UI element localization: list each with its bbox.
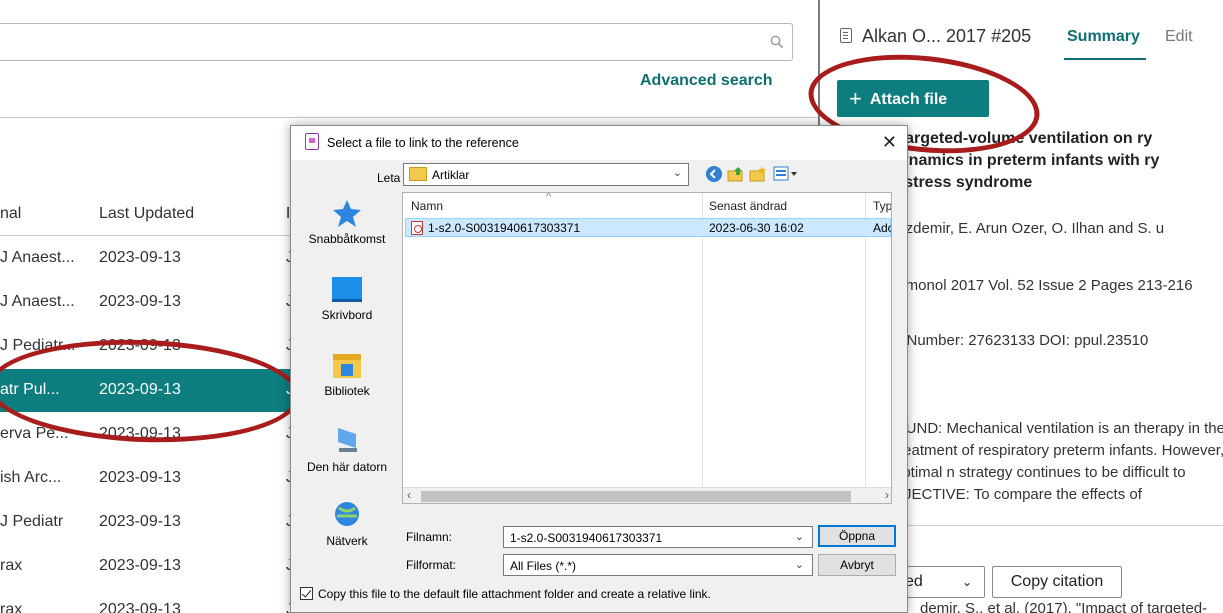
- abstract-text: OUND: Mechanical ventilation is an thera…: [894, 420, 1223, 503]
- advanced-search-link[interactable]: Advanced search: [640, 72, 773, 90]
- journal-cell: J Pediatr...: [0, 337, 76, 354]
- scrollbar-thumb[interactable]: [421, 491, 851, 502]
- horizontal-scrollbar[interactable]: ‹ ›: [403, 487, 891, 503]
- column-header-type[interactable]: Typ: [873, 199, 891, 213]
- citation-preview: demir, S., et al. (2017). "Impact of tar…: [920, 600, 1208, 613]
- divider: [0, 117, 818, 118]
- close-icon[interactable]: ✕: [882, 132, 897, 153]
- journal-text: ulmonol 2017 Vol. 52 Issue 2 Pages 213-2…: [894, 277, 1193, 294]
- authors-text: Özdemir, E. Arun Ozer, O. Ilhan and S. u: [894, 220, 1165, 237]
- updated-cell: 2023-09-13: [99, 469, 181, 486]
- reference-title: Alkan O... 2017 #205: [840, 26, 1031, 47]
- column-header-next[interactable]: F: [286, 205, 289, 223]
- place-network[interactable]: Nätverk: [299, 500, 395, 548]
- updated-cell: 2023-09-13: [99, 337, 181, 354]
- column-separator: [702, 193, 703, 493]
- app-icon: [305, 133, 319, 150]
- dialog-titlebar[interactable]: Select a file to link to the reference ✕: [291, 126, 907, 160]
- chevron-down-icon: ⌄: [794, 531, 804, 543]
- new-folder-icon[interactable]: [749, 165, 767, 183]
- chevron-down-icon: ⌄: [672, 167, 682, 179]
- place-libraries[interactable]: Bibliotek: [299, 350, 395, 398]
- column-header-journal[interactable]: nal: [0, 205, 21, 223]
- filetype-label: Filformat:: [406, 558, 457, 572]
- place-desktop[interactable]: Skrivbord: [299, 274, 395, 322]
- place-label: Snabbåtkomst: [308, 232, 386, 246]
- up-folder-icon[interactable]: [727, 165, 745, 183]
- abstract-title: f targeted-volume ventilation on ry dyna…: [890, 130, 1160, 191]
- scroll-right-icon[interactable]: ›: [885, 488, 889, 502]
- attach-file-label: Attach file: [869, 91, 948, 108]
- journal-cell: erva Pe...: [0, 425, 69, 442]
- star-icon: [330, 198, 364, 228]
- accession-text: n Number: 27623133 DOI: ppul.23510: [894, 332, 1149, 349]
- column-separator: [865, 193, 866, 493]
- place-label: Nätverk: [326, 534, 368, 548]
- clipboard-icon: [840, 28, 852, 43]
- filetype-value: All Files (*.*): [510, 559, 577, 573]
- search-icon: [770, 35, 784, 49]
- filename-value: 1-s2.0-S0031940617303371: [510, 531, 663, 545]
- updated-cell: 2023-09-13: [99, 425, 181, 442]
- places-bar: Snabbåtkomst Skrivbord Bibliotek Den här…: [299, 192, 395, 548]
- place-label: Den här datorn: [306, 460, 388, 474]
- file-dialog: Select a file to link to the reference ✕…: [290, 125, 908, 613]
- computer-icon: [330, 426, 364, 456]
- network-icon: [330, 500, 364, 530]
- file-row-selected[interactable]: 1-s2.0-S0031940617303371 2023-06-30 16:0…: [405, 218, 891, 237]
- search-input[interactable]: [0, 23, 793, 61]
- folder-icon: [409, 167, 427, 181]
- journal-cell: J Anaest...: [0, 293, 75, 310]
- desktop-icon: [330, 274, 364, 304]
- copy-citation-button[interactable]: Copy citation: [992, 566, 1122, 598]
- dialog-title: Select a file to link to the reference: [327, 136, 519, 150]
- file-list-area[interactable]: ^ Namn Senast ändrad Typ 1-s2.0-S0031940…: [402, 192, 892, 504]
- updated-cell: 2023-09-13: [99, 601, 181, 613]
- cancel-button[interactable]: Avbryt: [818, 554, 896, 576]
- sort-arrow-icon: ^: [546, 192, 552, 203]
- plus-icon: +: [849, 86, 862, 111]
- library-icon: [330, 350, 364, 380]
- copy-file-checkbox[interactable]: [300, 587, 313, 600]
- filetype-select[interactable]: All Files (*.*) ⌄: [503, 554, 813, 576]
- journal-cell: ish Arc...: [0, 469, 62, 486]
- journal-cell: rax: [0, 601, 23, 613]
- reference-title-text: Alkan O... 2017 #205: [862, 26, 1032, 46]
- look-in-value: Artiklar: [432, 168, 470, 182]
- column-header-modified[interactable]: Senast ändrad: [709, 199, 787, 213]
- tab-summary[interactable]: Summary: [1067, 28, 1140, 46]
- tab-active-indicator: [1064, 58, 1146, 60]
- column-header-last-updated[interactable]: Last Updated: [99, 205, 194, 223]
- file-name: 1-s2.0-S0031940617303371: [428, 221, 581, 235]
- updated-cell: 2023-09-13: [99, 249, 181, 266]
- view-menu-icon[interactable]: [773, 165, 799, 183]
- chevron-down-icon: ⌄: [961, 575, 972, 589]
- scroll-left-icon[interactable]: ‹: [407, 488, 411, 502]
- journal-cell: atr Pul...: [0, 381, 60, 398]
- updated-cell: 2023-09-13: [99, 513, 181, 530]
- journal-cell: J Pediatr: [0, 513, 64, 530]
- journal-cell: J Anaest...: [0, 249, 75, 266]
- copy-file-label: Copy this file to the default file attac…: [318, 587, 711, 601]
- filename-input[interactable]: 1-s2.0-S0031940617303371 ⌄: [503, 526, 813, 548]
- updated-cell: 2023-09-13: [99, 557, 181, 574]
- updated-cell: 2023-09-13: [99, 381, 181, 398]
- file-type: Adob: [873, 221, 891, 235]
- look-in-combo[interactable]: Artiklar ⌄: [403, 163, 689, 186]
- filename-label: Filnamn:: [406, 530, 453, 544]
- journal-cell: rax: [0, 557, 23, 574]
- pdf-icon: [411, 221, 423, 235]
- place-label: Skrivbord: [321, 308, 373, 322]
- place-this-pc[interactable]: Den här datorn: [299, 426, 395, 474]
- chevron-down-icon: ⌄: [794, 559, 804, 571]
- column-header-name[interactable]: Namn: [411, 199, 443, 213]
- attach-file-button[interactable]: + Attach file: [837, 80, 989, 117]
- tab-edit[interactable]: Edit: [1165, 28, 1193, 46]
- file-modified: 2023-06-30 16:02: [709, 221, 804, 235]
- updated-cell: 2023-09-13: [99, 293, 181, 310]
- back-icon[interactable]: [705, 165, 723, 183]
- place-quick-access[interactable]: Snabbåtkomst: [299, 198, 395, 246]
- place-label: Bibliotek: [324, 384, 370, 398]
- open-button[interactable]: Öppna: [818, 525, 896, 547]
